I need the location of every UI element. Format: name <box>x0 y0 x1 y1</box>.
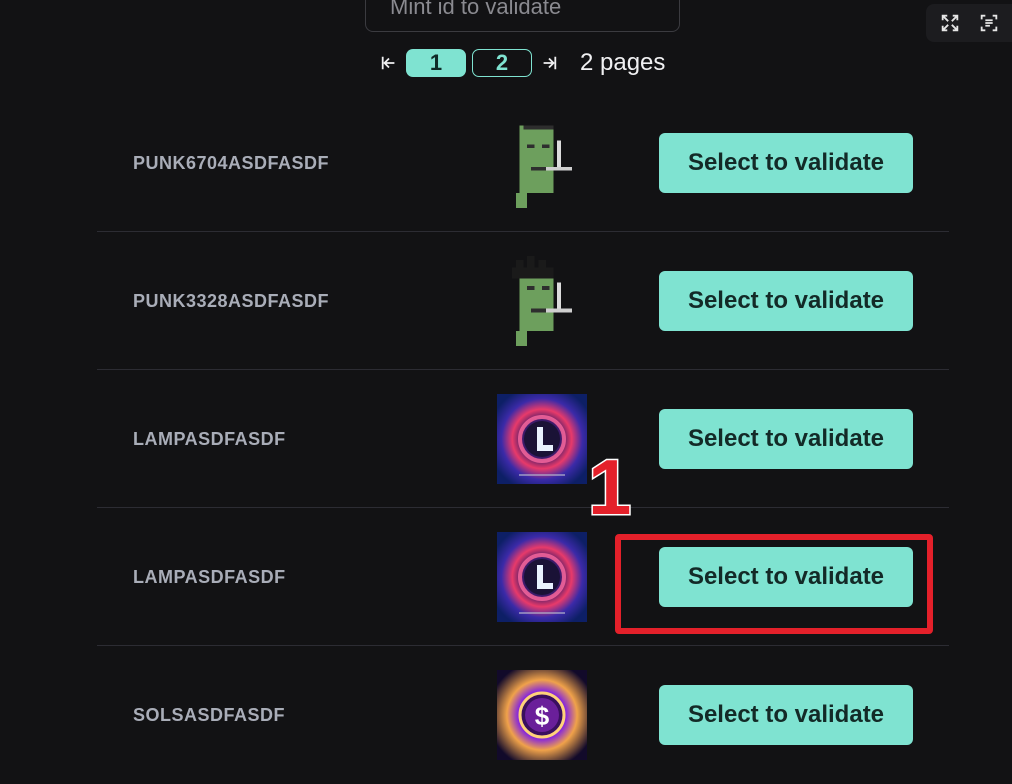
svg-text:$: $ <box>535 701 550 731</box>
list-item: LAMPASDFASDF Select to validate <box>97 370 949 508</box>
last-page-icon[interactable] <box>538 52 560 74</box>
page-1-button[interactable]: 1 <box>406 49 466 77</box>
nft-name: LAMPASDFASDF <box>133 428 286 449</box>
select-to-validate-button[interactable]: Select to validate <box>659 547 913 607</box>
select-to-validate-button[interactable]: Select to validate <box>659 685 913 745</box>
nft-thumbnail: $ <box>497 670 587 760</box>
list-item: PUNK6704ASDFASDF Select to validate <box>97 94 949 232</box>
select-to-validate-button[interactable]: Select to validate <box>659 409 913 469</box>
annotation-number: 1 <box>586 443 632 531</box>
pagination: 1 2 2 pages <box>378 48 665 78</box>
list-item: PUNK3328ASDFASDF Select to validate <box>97 232 949 370</box>
nft-name: PUNK6704ASDFASDF <box>133 152 330 173</box>
mint-id-search-input[interactable]: Mint id to validate <box>365 0 680 32</box>
nft-thumbnail <box>497 118 587 208</box>
nft-thumbnail <box>497 394 587 484</box>
scan-text-icon[interactable] <box>978 12 1000 34</box>
list-item: SOLSASDFASDF $ Select to validate <box>97 646 949 784</box>
toolbar <box>926 4 1012 42</box>
nft-name: SOLSASDFASDF <box>133 704 286 725</box>
list-item: LAMPASDFASDF Select to validate <box>97 508 949 646</box>
nft-list: PUNK6704ASDFASDF Select to validate PUNK… <box>97 94 949 784</box>
page-count-label: 2 pages <box>580 49 666 76</box>
nft-name: PUNK3328ASDFASDF <box>133 290 330 311</box>
select-to-validate-button[interactable]: Select to validate <box>659 133 913 193</box>
expand-icon[interactable] <box>939 12 961 34</box>
select-to-validate-button[interactable]: Select to validate <box>659 271 913 331</box>
page-2-button[interactable]: 2 <box>472 49 532 77</box>
nft-thumbnail <box>497 532 587 622</box>
nft-name: LAMPASDFASDF <box>133 566 286 587</box>
nft-thumbnail <box>497 256 587 346</box>
first-page-icon[interactable] <box>378 52 400 74</box>
